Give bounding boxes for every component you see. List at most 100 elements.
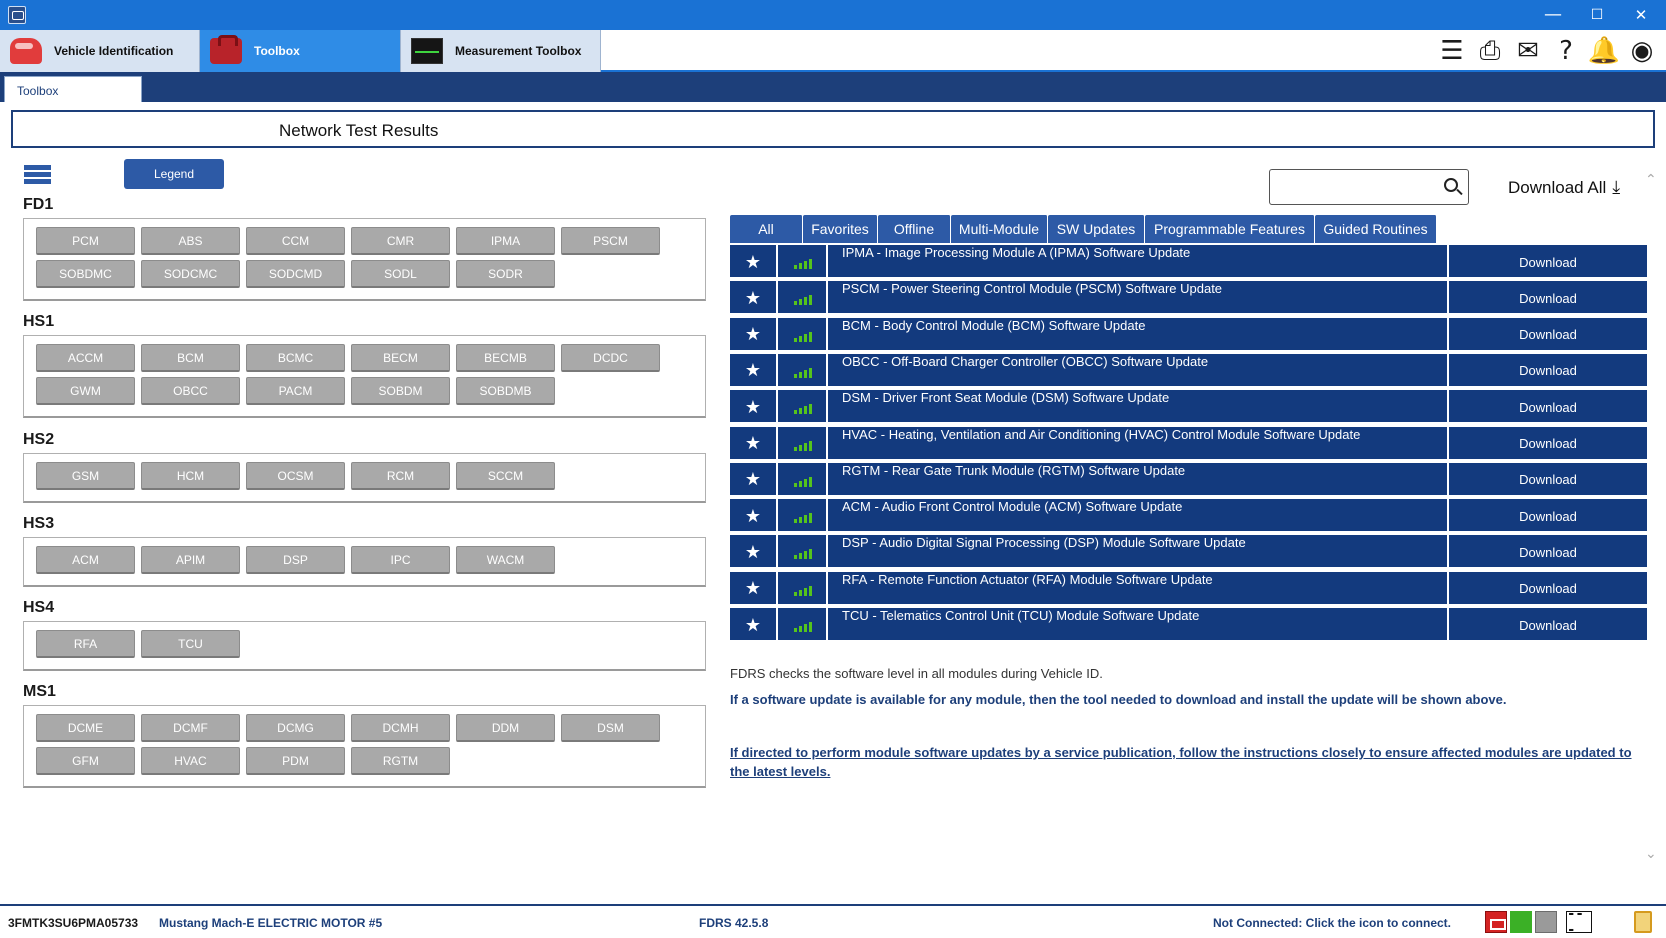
module-button[interactable]: BECM <box>351 344 450 372</box>
filter-tab[interactable]: Guided Routines <box>1315 215 1437 243</box>
favorite-star-icon[interactable]: ★ <box>730 462 778 497</box>
module-button[interactable]: WACM <box>456 546 555 574</box>
module-button[interactable]: RFA <box>36 630 135 658</box>
help-icon[interactable]: ? <box>1550 35 1582 67</box>
download-button[interactable]: Download <box>1447 499 1647 534</box>
update-row[interactable]: ★ HVAC - Heating, Ventilation and Air Con… <box>730 426 1647 461</box>
module-button[interactable]: CMR <box>351 227 450 255</box>
favorite-star-icon[interactable]: ★ <box>730 390 778 425</box>
download-button[interactable]: Download <box>1447 608 1647 642</box>
scroll-up-icon[interactable]: ⌃ <box>1645 172 1659 188</box>
scroll-down-icon[interactable]: ⌄ <box>1645 846 1659 862</box>
update-row[interactable]: ★ RFA - Remote Function Actuator (RFA) Mo… <box>730 571 1647 606</box>
tab-vehicle-identification[interactable]: Vehicle Identification <box>0 30 200 72</box>
favorite-star-icon[interactable]: ★ <box>730 317 778 352</box>
filter-tab[interactable]: Multi-Module <box>951 215 1048 243</box>
module-button[interactable]: DSM <box>561 714 660 742</box>
module-button[interactable]: DCME <box>36 714 135 742</box>
download-button[interactable]: Download <box>1447 571 1647 606</box>
search-input[interactable] <box>1269 169 1469 205</box>
favorite-star-icon[interactable]: ★ <box>730 245 778 279</box>
favorite-star-icon[interactable]: ★ <box>730 281 778 316</box>
printer-icon[interactable]: ⎙ <box>1474 35 1506 67</box>
signal-icon[interactable] <box>1510 911 1532 933</box>
download-button[interactable]: Download <box>1447 390 1647 425</box>
info-link[interactable]: If directed to perform module software u… <box>730 743 1634 781</box>
list-view-icon[interactable] <box>24 165 51 187</box>
update-row[interactable]: ★ OBCC - Off-Board Charger Controller (OB… <box>730 353 1647 388</box>
module-button[interactable]: ACM <box>36 546 135 574</box>
menu-icon[interactable]: ☰ <box>1436 35 1468 67</box>
download-button[interactable]: Download <box>1447 535 1647 570</box>
filter-tab[interactable]: Programmable Features <box>1145 215 1315 243</box>
favorite-star-icon[interactable]: ★ <box>730 353 778 388</box>
module-button[interactable]: TCU <box>141 630 240 658</box>
search-icon[interactable] <box>1444 178 1458 192</box>
module-button[interactable]: BCM <box>141 344 240 372</box>
filter-tab[interactable]: SW Updates <box>1048 215 1145 243</box>
module-button[interactable]: SOBDMB <box>456 377 555 405</box>
module-button[interactable]: RCM <box>351 462 450 490</box>
module-button[interactable]: SODCMC <box>141 260 240 288</box>
module-button[interactable]: GSM <box>36 462 135 490</box>
module-button[interactable]: DCMG <box>246 714 345 742</box>
maximize-button[interactable]: ☐ <box>1575 0 1619 30</box>
device-icon[interactable] <box>1535 911 1557 933</box>
download-button[interactable]: Download <box>1447 462 1647 497</box>
connection-status[interactable]: Not Connected: Click the icon to connect… <box>1213 916 1451 930</box>
update-row[interactable]: ★ TCU - Telematics Control Unit (TCU) Mod… <box>730 608 1647 642</box>
module-button[interactable]: DSP <box>246 546 345 574</box>
module-button[interactable]: RGTM <box>351 747 450 775</box>
lock-icon[interactable] <box>1634 911 1652 933</box>
bell-icon[interactable]: 🔔 <box>1588 35 1620 67</box>
module-button[interactable]: OBCC <box>141 377 240 405</box>
module-button[interactable]: DCMH <box>351 714 450 742</box>
module-button[interactable]: OCSM <box>246 462 345 490</box>
module-button[interactable]: APIM <box>141 546 240 574</box>
vcm-connect-icon[interactable] <box>1485 911 1507 933</box>
update-row[interactable]: ★ RGTM - Rear Gate Trunk Module (RGTM) So… <box>730 462 1647 497</box>
module-button[interactable]: CCM <box>246 227 345 255</box>
update-row[interactable]: ★ BCM - Body Control Module (BCM) Softwar… <box>730 317 1647 352</box>
favorite-star-icon[interactable]: ★ <box>730 499 778 534</box>
module-button[interactable]: IPMA <box>456 227 555 255</box>
minimize-button[interactable]: — <box>1531 0 1575 30</box>
filter-tab[interactable]: Offline <box>878 215 951 243</box>
module-button[interactable]: SODCMD <box>246 260 345 288</box>
download-all-button[interactable]: Download All ⤓ <box>1508 177 1620 198</box>
module-button[interactable]: PSCM <box>561 227 660 255</box>
module-button[interactable]: BECMB <box>456 344 555 372</box>
module-button[interactable]: GFM <box>36 747 135 775</box>
download-button[interactable]: Download <box>1447 281 1647 316</box>
module-button[interactable]: ABS <box>141 227 240 255</box>
module-button[interactable]: HCM <box>141 462 240 490</box>
legend-button[interactable]: Legend <box>124 159 224 189</box>
module-button[interactable]: PACM <box>246 377 345 405</box>
update-row[interactable]: ★ ACM - Audio Front Control Module (ACM) … <box>730 499 1647 534</box>
module-button[interactable]: PCM <box>36 227 135 255</box>
download-button[interactable]: Download <box>1447 426 1647 461</box>
module-button[interactable]: DCDC <box>561 344 660 372</box>
update-row[interactable]: ★ DSM - Driver Front Seat Module (DSM) So… <box>730 390 1647 425</box>
download-button[interactable]: Download <box>1447 317 1647 352</box>
favorite-star-icon[interactable]: ★ <box>730 571 778 606</box>
filter-tab[interactable]: All <box>730 215 803 243</box>
module-button[interactable]: GWM <box>36 377 135 405</box>
favorite-star-icon[interactable]: ★ <box>730 608 778 642</box>
module-button[interactable]: ACCM <box>36 344 135 372</box>
module-button[interactable]: PDM <box>246 747 345 775</box>
tab-toolbox[interactable]: Toolbox <box>200 30 401 72</box>
download-button[interactable]: Download <box>1447 353 1647 388</box>
tab-measurement-toolbox[interactable]: Measurement Toolbox <box>401 30 601 72</box>
module-button[interactable]: DDM <box>456 714 555 742</box>
wireless-icon[interactable]: ◉ <box>1626 35 1658 67</box>
favorite-star-icon[interactable]: ★ <box>730 535 778 570</box>
module-button[interactable]: SODL <box>351 260 450 288</box>
close-button[interactable]: ✕ <box>1619 0 1663 30</box>
filter-tab[interactable]: Favorites <box>803 215 878 243</box>
mail-icon[interactable]: ✉ <box>1512 35 1544 67</box>
module-button[interactable]: SOBDMC <box>36 260 135 288</box>
update-row[interactable]: ★ PSCM - Power Steering Control Module (P… <box>730 281 1647 316</box>
module-button[interactable]: SCCM <box>456 462 555 490</box>
module-button[interactable]: SODR <box>456 260 555 288</box>
